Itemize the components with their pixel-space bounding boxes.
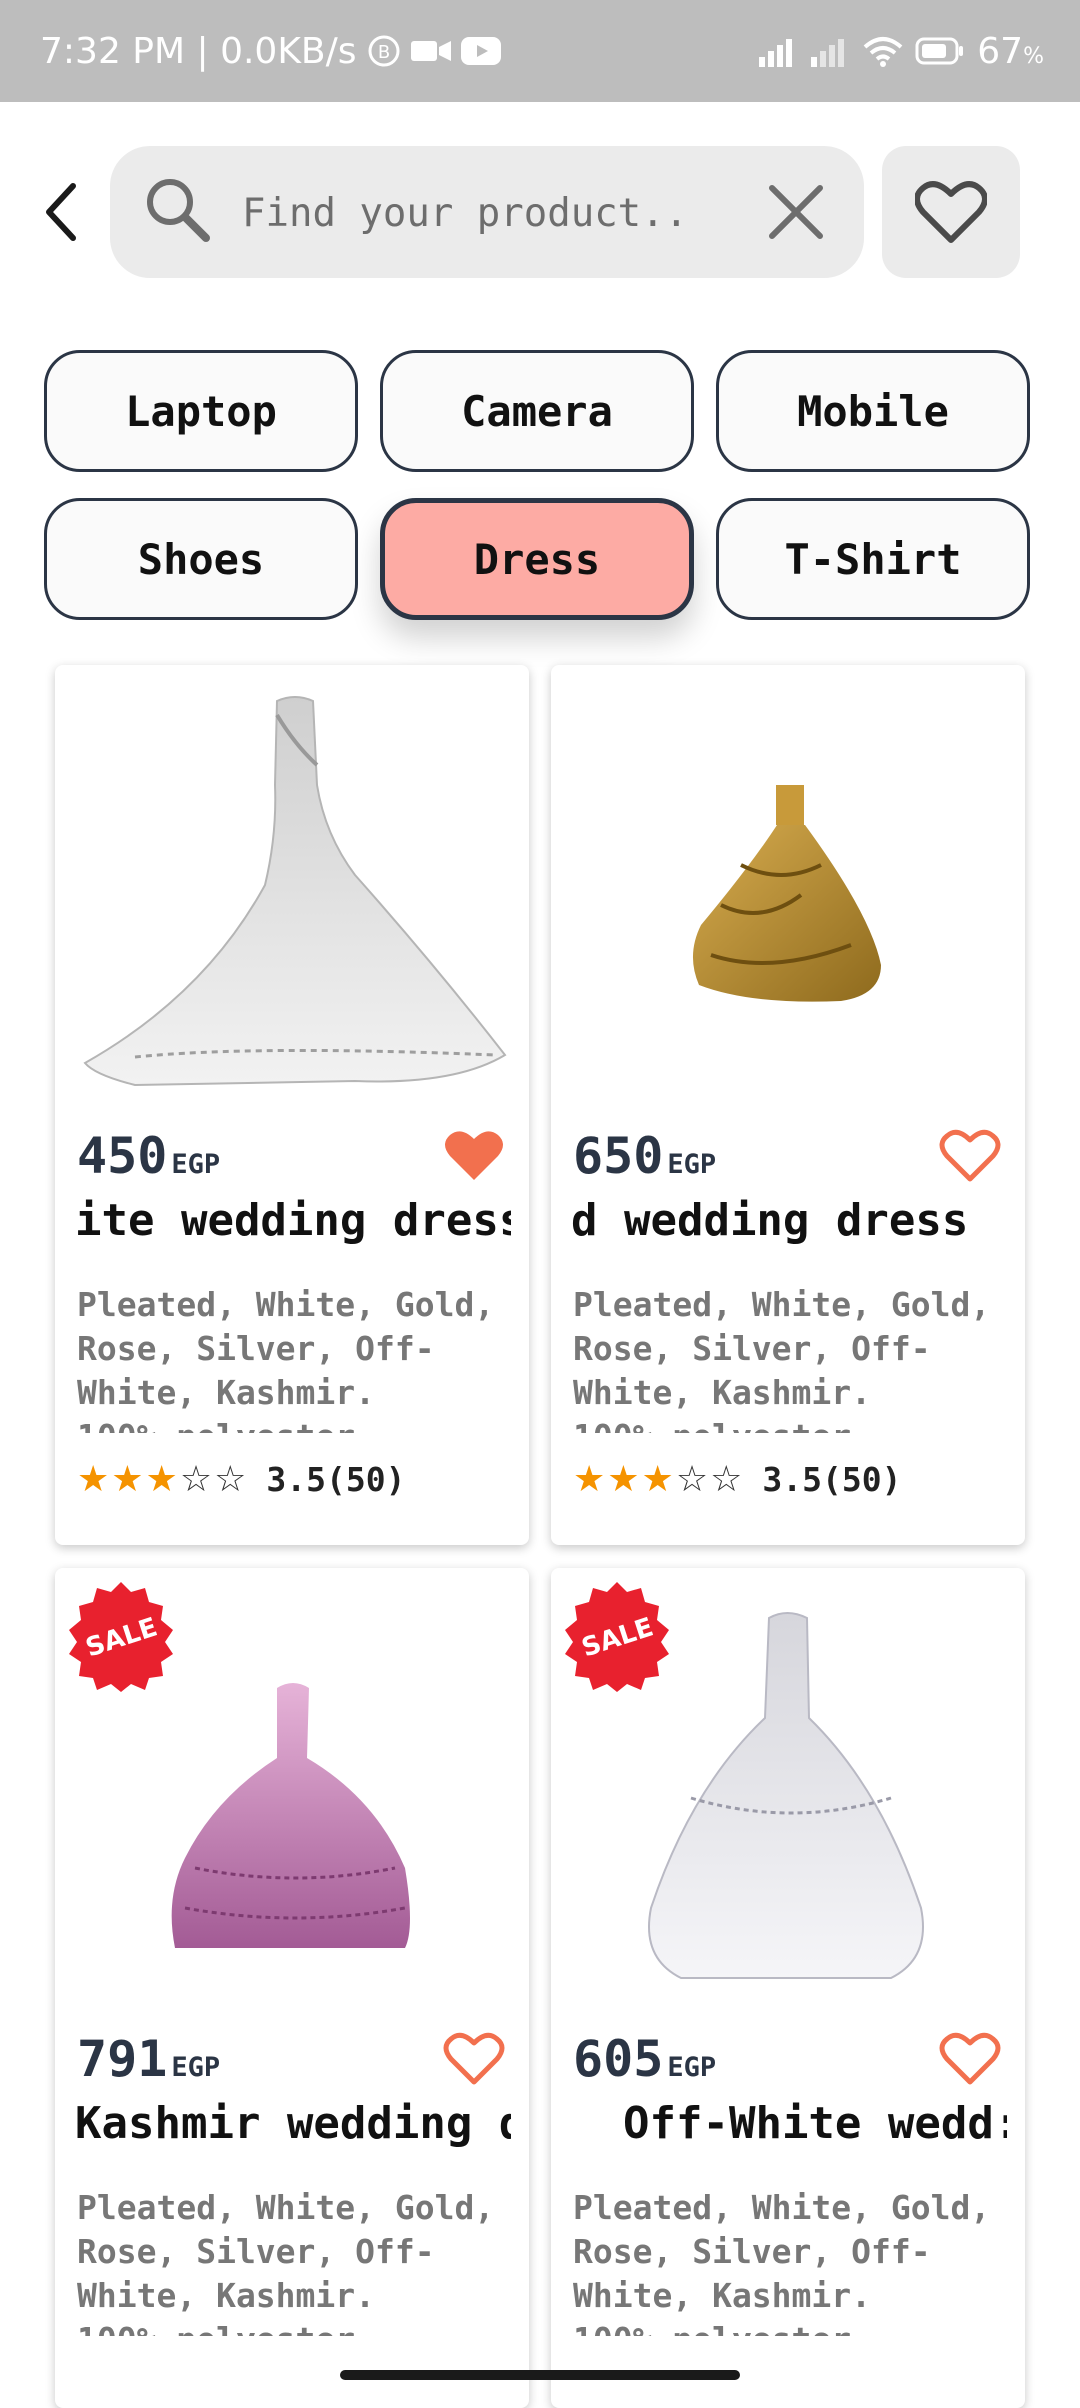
- battery-level: 67%: [977, 30, 1044, 72]
- rating-text: 3.5(50): [266, 1460, 406, 1499]
- product-description: Pleated, White, Gold, Rose, Silver, Off-…: [573, 1285, 991, 1433]
- category-t-shirt[interactable]: T-Shirt: [716, 498, 1030, 620]
- clear-search-icon[interactable]: [768, 184, 824, 244]
- price: 450 EGP: [77, 1127, 220, 1187]
- category-camera[interactable]: Camera: [380, 350, 694, 472]
- rating: ★★★☆☆ 3.5(50): [573, 1459, 901, 1500]
- category-dress[interactable]: Dress: [380, 498, 694, 620]
- product-image-white-dress: [83, 696, 507, 1087]
- search-bar: [110, 146, 864, 278]
- bluetooth-data-icon: B: [367, 34, 401, 68]
- product-image-gold-dress: [692, 785, 881, 1002]
- price-currency: EGP: [667, 2052, 717, 2083]
- product-title: ite wedding dress: [75, 1195, 511, 1246]
- heart-outline-icon: [915, 181, 987, 243]
- product-description: Pleated, White, Gold, Rose, Silver, Off-…: [573, 2188, 991, 2336]
- search-input[interactable]: [240, 176, 844, 250]
- heart-outline-icon[interactable]: [939, 1127, 1001, 1183]
- heart-outline-icon[interactable]: [939, 2030, 1001, 2086]
- back-button[interactable]: [30, 172, 92, 252]
- signal-icon: [759, 35, 799, 67]
- home-indicator[interactable]: [340, 2370, 740, 2380]
- search-icon[interactable]: [142, 174, 214, 250]
- product-card[interactable]: 450 EGP ite wedding dress Pleated, White…: [55, 665, 529, 1545]
- price-value: 450: [77, 1127, 168, 1185]
- price-value: 791: [77, 2030, 168, 2088]
- product-title: Kashmir wedding d: [75, 2098, 511, 2149]
- product-title: d wedding dress: [571, 1195, 969, 1246]
- product-card[interactable]: SALE 605 EGP Off-White wedd: Pleated, Wh…: [551, 1568, 1025, 2408]
- product-title: Off-White wedd:: [623, 2098, 1007, 2149]
- sale-badge-icon: SALE: [565, 1582, 669, 1692]
- product-card[interactable]: 650 EGP d wedding dress Pleated, White, …: [551, 665, 1025, 1545]
- back-arrow-icon: [46, 183, 76, 241]
- battery-icon: [915, 37, 965, 65]
- sale-badge-icon: SALE: [69, 1582, 173, 1692]
- product-description: Pleated, White, Gold, Rose, Silver, Off-…: [77, 2188, 495, 2336]
- rating-stars-icon: ★★★☆☆: [573, 1459, 745, 1500]
- category-shoes[interactable]: Shoes: [44, 498, 358, 620]
- heart-outline-icon[interactable]: [443, 2030, 505, 2086]
- category-mobile[interactable]: Mobile: [716, 350, 1030, 472]
- product-card[interactable]: SALE 791 EGP Kashmir wedding d Pleated, …: [55, 1568, 529, 2408]
- status-bar: 7:32 PM | 0.0KB/s B 67%: [0, 0, 1080, 102]
- rating: ★★★☆☆ 3.5(50): [77, 1459, 405, 1500]
- rating-stars-icon: ★★★☆☆: [77, 1459, 249, 1500]
- heart-filled-icon[interactable]: [443, 1127, 505, 1183]
- category-laptop[interactable]: Laptop: [44, 350, 358, 472]
- price-currency: EGP: [171, 2052, 221, 2083]
- svg-text:B: B: [377, 42, 389, 63]
- price-currency: EGP: [667, 1149, 717, 1180]
- price-currency: EGP: [171, 1149, 221, 1180]
- product-description: Pleated, White, Gold, Rose, Silver, Off-…: [77, 1285, 495, 1433]
- price-value: 605: [573, 2030, 664, 2088]
- price: 605 EGP: [573, 2030, 716, 2090]
- signal-secondary-icon: [811, 35, 851, 67]
- favorites-button[interactable]: [882, 146, 1020, 278]
- video-camera-icon: [410, 37, 451, 65]
- price-value: 650: [573, 1127, 664, 1185]
- wifi-icon: [863, 35, 903, 67]
- rating-text: 3.5(50): [762, 1460, 902, 1499]
- price: 650 EGP: [573, 1127, 716, 1187]
- youtube-icon: [460, 37, 501, 65]
- status-time: 7:32 PM | 0.0KB/s: [40, 30, 357, 72]
- price: 791 EGP: [77, 2030, 220, 2090]
